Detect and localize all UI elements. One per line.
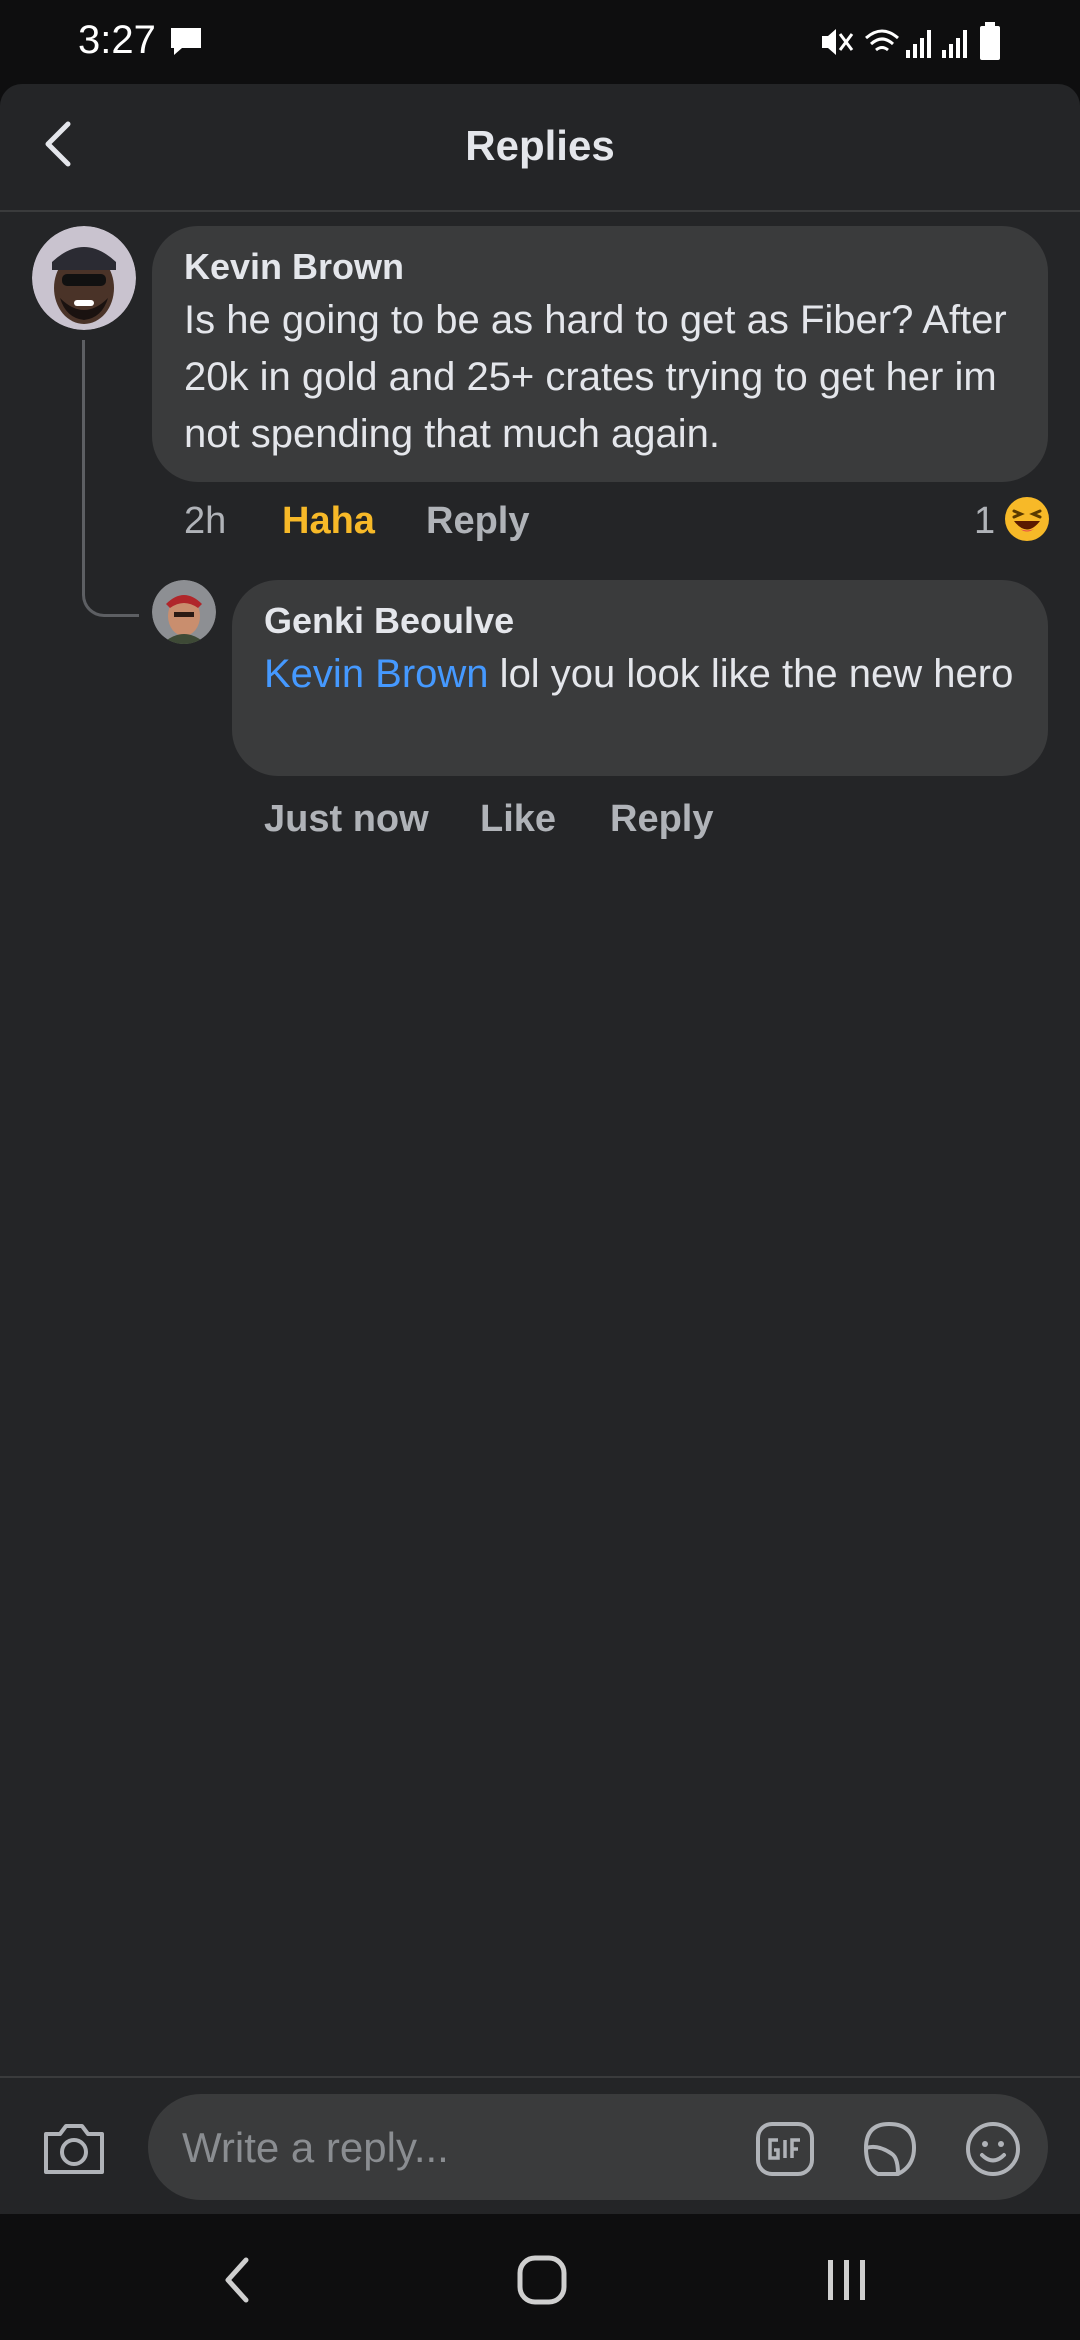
status-time: 3:27 [78,18,156,62]
comment-author[interactable]: Genki Beoulve [264,600,514,642]
avatar[interactable] [32,226,136,330]
comment-text: Is he going to be as hard to get as Fibe… [184,298,1007,456]
status-bar: 3:27 [0,0,1080,84]
camera-icon[interactable] [40,2114,108,2182]
reply-input-container [148,2094,1048,2202]
reply-composer [0,2076,1080,2214]
page-title: Replies [465,122,615,169]
like-button[interactable]: Like [480,798,556,841]
header: Replies [0,84,1080,212]
comment-text-body: lol you look like the new hero [488,652,1014,696]
signal-icon [906,30,967,58]
reaction-count[interactable]: 1 [974,500,995,543]
status-icons [822,22,1000,60]
thread-connector [82,340,139,617]
mute-icon [822,29,854,55]
avatar[interactable] [152,580,216,644]
battery-icon [980,22,1000,60]
comment-time: Just now [264,798,429,840]
reply-input[interactable] [180,2094,744,2202]
comment-text: Kevin Brown lol you look like the new he… [264,646,1024,703]
replies-sheet: Replies Kevin Brown Is he going to be as… [0,84,1080,2214]
haha-emoji-icon[interactable] [1004,496,1050,542]
emoji-icon[interactable] [962,2118,1024,2180]
wifi-icon [865,29,899,52]
mention-link[interactable]: Kevin Brown [264,652,489,696]
reply-button[interactable]: Reply [426,500,529,543]
gif-icon[interactable] [754,2118,816,2180]
comment-author[interactable]: Kevin Brown [184,246,404,288]
nav-back-icon[interactable] [210,2252,270,2308]
sticker-icon[interactable] [858,2118,920,2180]
system-nav-bar [0,2214,1080,2340]
reaction-button[interactable]: Haha [282,500,375,543]
nav-home-icon[interactable] [512,2252,572,2308]
reply-button[interactable]: Reply [610,798,713,841]
comment-time: 2h [184,500,227,542]
nav-recents-icon[interactable] [816,2252,876,2308]
message-icon [171,28,201,55]
